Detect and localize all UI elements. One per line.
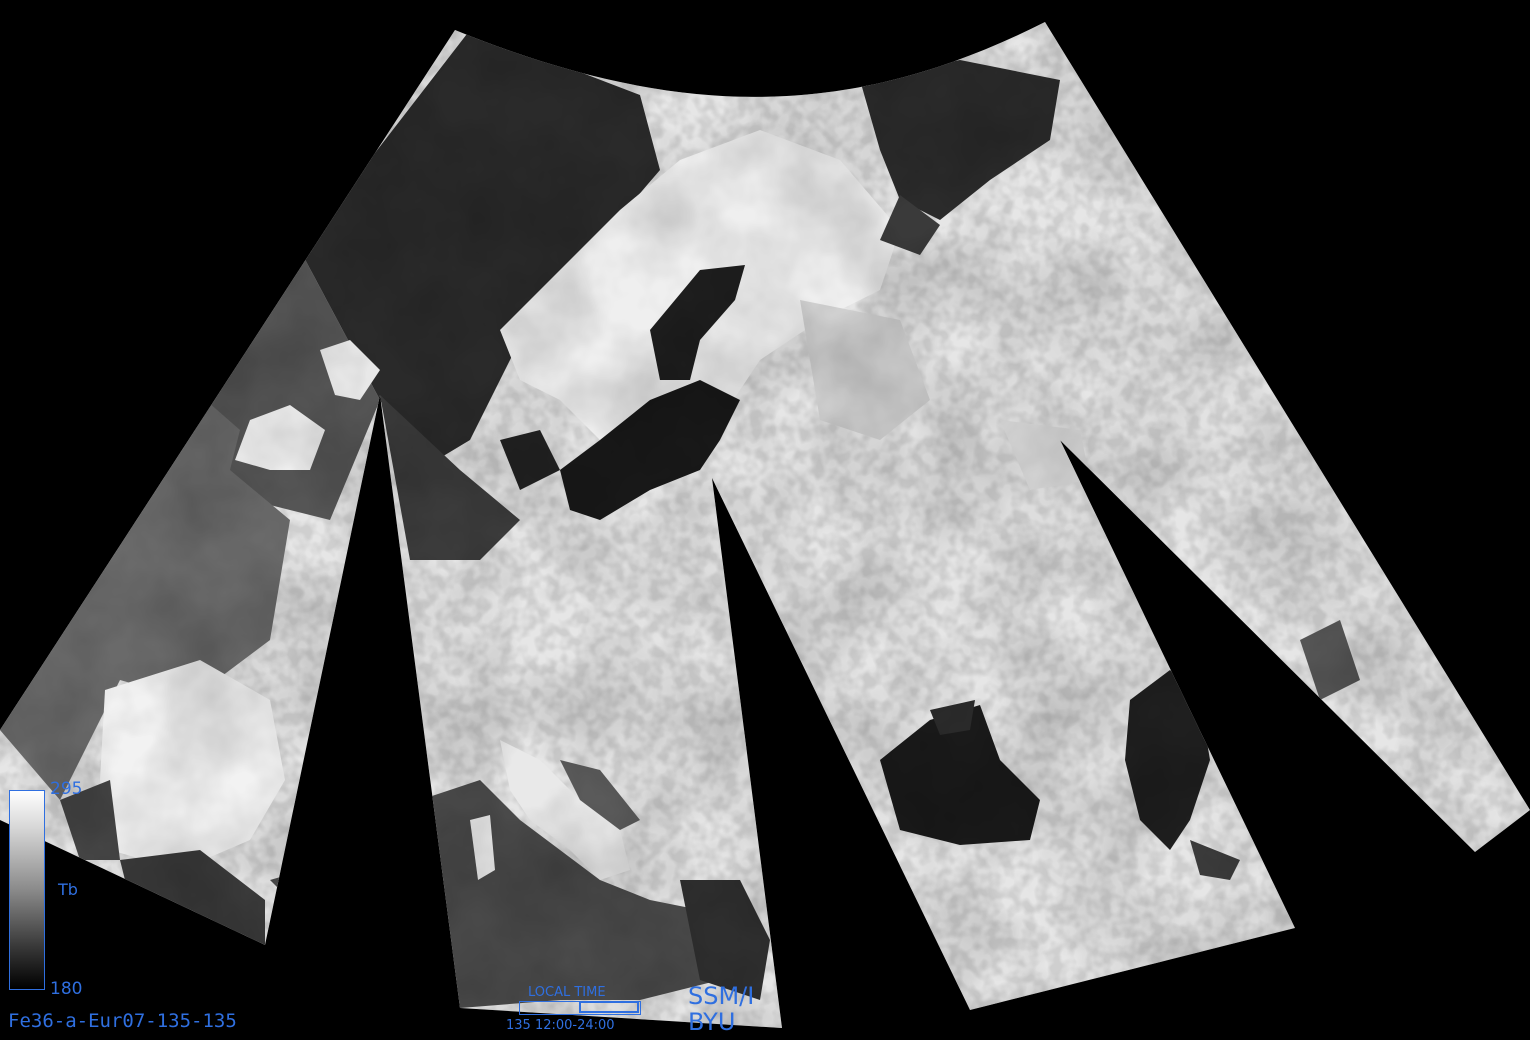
- local-time-bar-window: [579, 1001, 639, 1013]
- colorbar-min-label: 180: [50, 979, 83, 999]
- satellite-swath-image: [0, 22, 1530, 1028]
- local-time-range: 135 12:00-24:00: [506, 1018, 615, 1033]
- sensor-label: SSM/I: [688, 982, 755, 1010]
- map-canvas: 295 Tb 180 Fe36-a-Eur07-135-135 LOCAL TI…: [0, 0, 1530, 1040]
- colorbar-max-label: 295: [50, 779, 83, 799]
- product-id-label: Fe36-a-Eur07-135-135: [8, 1010, 237, 1032]
- colorbar-quantity-label: Tb: [58, 880, 78, 899]
- colorbar: [9, 790, 45, 990]
- local-time-bar: [519, 1001, 641, 1015]
- swath-coverage: [0, 22, 1530, 1028]
- local-time-title: LOCAL TIME: [528, 985, 606, 1000]
- organization-label: BYU: [688, 1008, 736, 1036]
